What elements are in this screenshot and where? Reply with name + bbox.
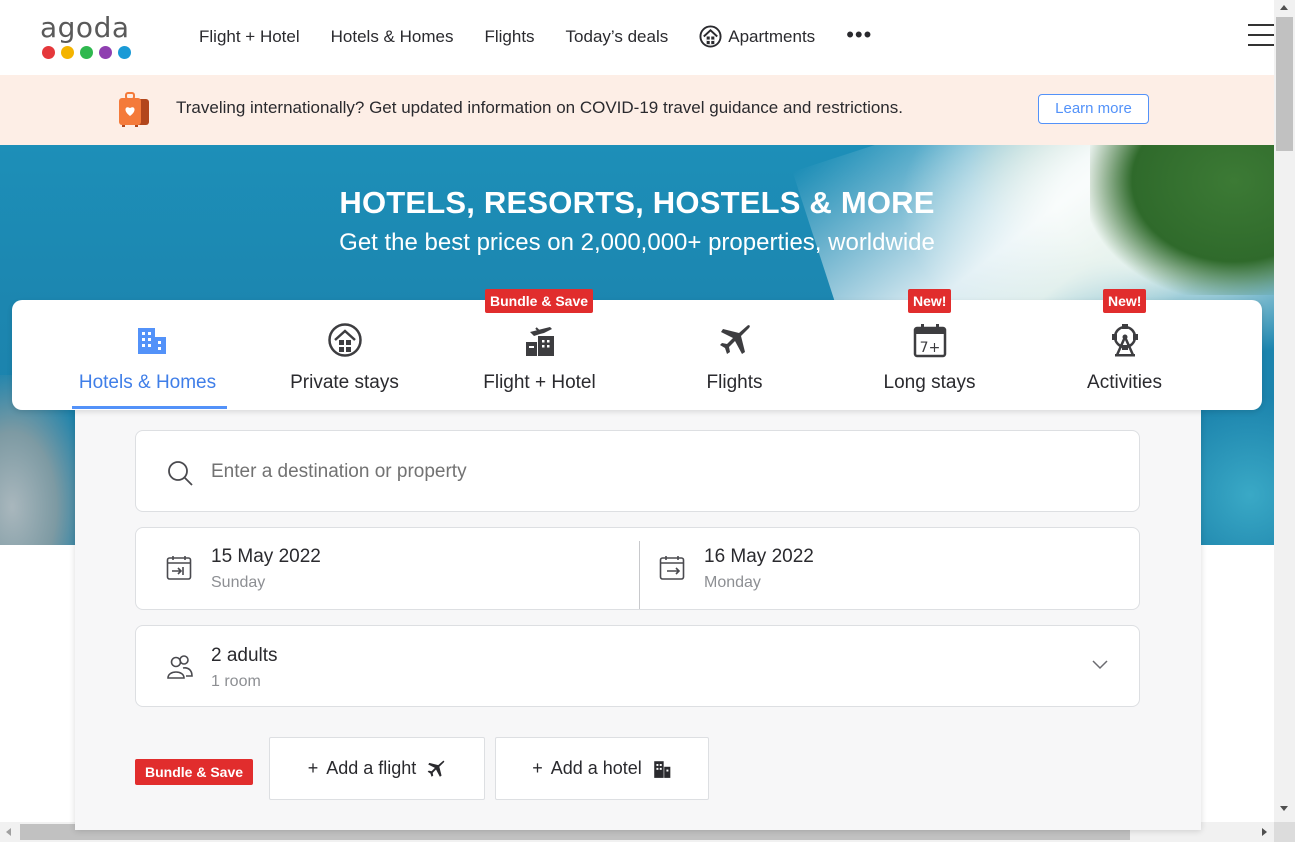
nav-label: Flight + Hotel bbox=[199, 26, 300, 46]
hero-title: HOTELS, RESORTS, HOSTELS & MORE bbox=[339, 185, 935, 220]
ferris-wheel-icon bbox=[1112, 324, 1138, 357]
check-out-date[interactable]: 16 May 2022 Monday bbox=[629, 528, 1129, 609]
main-nav: Flight + Hotel Hotels & Homes Flights To… bbox=[199, 23, 872, 48]
add-flight-button[interactable]: + Add a flight bbox=[269, 737, 485, 800]
tab-label: Private stays bbox=[290, 372, 399, 393]
date-range-field: 15 May 2022 Sunday 16 May 2022 Monday bbox=[135, 527, 1140, 610]
scroll-right-arrow-icon[interactable] bbox=[1262, 828, 1267, 836]
logo-dot-yellow bbox=[61, 46, 74, 59]
add-hotel-label: Add a hotel bbox=[550, 758, 642, 778]
tab-label: Flight + Hotel bbox=[483, 372, 596, 393]
nav-label: Flights bbox=[484, 26, 535, 46]
nav-apartments[interactable]: Apartments bbox=[699, 25, 815, 48]
product-tabs: Hotels & Homes Private stays Bundle & Sa… bbox=[12, 289, 1262, 410]
nav-label: Apartments bbox=[728, 26, 816, 46]
check-out-day-text: Monday bbox=[704, 574, 761, 591]
nav-flights[interactable]: Flights bbox=[484, 27, 534, 47]
check-in-date-text: 15 May 2022 bbox=[211, 546, 321, 567]
logo-dot-green bbox=[80, 46, 93, 59]
learn-more-button[interactable]: Learn more bbox=[1038, 94, 1149, 124]
nav-label: Today’s deals bbox=[565, 26, 669, 46]
nav-todays-deals[interactable]: Today’s deals bbox=[566, 27, 669, 47]
luggage-heart-icon bbox=[119, 92, 149, 127]
tab-label: Hotels & Homes bbox=[78, 372, 217, 393]
add-hotel-button[interactable]: + Add a hotel bbox=[495, 737, 709, 800]
hamburger-menu-icon[interactable] bbox=[1248, 24, 1274, 48]
scroll-down-arrow-icon[interactable] bbox=[1280, 806, 1288, 811]
plus-icon: + bbox=[532, 758, 543, 778]
bundle-save-badge: Bundle & Save bbox=[485, 289, 594, 313]
destination-input[interactable]: Enter a destination or property bbox=[135, 430, 1140, 512]
logo-dot-blue bbox=[118, 46, 131, 59]
tab-private-stays[interactable]: Private stays bbox=[247, 300, 442, 410]
plane-hotel-icon bbox=[526, 327, 554, 356]
calendar-check-out-icon bbox=[659, 556, 685, 580]
banner-text: Traveling internationally? Get updated i… bbox=[176, 98, 903, 117]
svg-text:7+: 7+ bbox=[920, 340, 941, 356]
destination-placeholder: Enter a destination or property bbox=[211, 461, 467, 482]
hotel-building-icon bbox=[138, 328, 166, 354]
tab-label: Activities bbox=[1087, 372, 1162, 393]
rooms-text: 1 room bbox=[211, 673, 261, 690]
logo-text: agoda bbox=[40, 11, 130, 44]
calendar-check-in-icon bbox=[166, 556, 192, 580]
check-in-day-text: Sunday bbox=[211, 574, 266, 591]
hero-subtitle: Get the best prices on 2,000,000+ proper… bbox=[339, 229, 935, 256]
logo-dot-purple bbox=[99, 46, 112, 59]
logo-dots bbox=[42, 46, 132, 59]
add-flight-label: Add a flight bbox=[326, 758, 417, 778]
search-icon bbox=[168, 461, 193, 486]
agoda-logo[interactable]: agoda bbox=[40, 14, 132, 64]
logo-dot-red bbox=[42, 46, 55, 59]
calendar-7plus-icon: 7+ bbox=[913, 324, 947, 358]
active-tab-underline bbox=[72, 406, 227, 409]
vertical-scrollbar[interactable] bbox=[1274, 0, 1295, 822]
house-icon bbox=[328, 323, 362, 357]
nav-label: Hotels & Homes bbox=[330, 26, 454, 46]
vertical-scroll-thumb[interactable] bbox=[1276, 17, 1293, 151]
chevron-down-icon bbox=[1092, 660, 1108, 670]
guests-text: 2 adults bbox=[211, 645, 278, 666]
new-badge: New! bbox=[1103, 289, 1147, 313]
nav-hotels-homes[interactable]: Hotels & Homes bbox=[331, 27, 454, 47]
covid-banner: Traveling internationally? Get updated i… bbox=[0, 75, 1274, 145]
hotel-building-icon bbox=[654, 760, 671, 778]
tab-hotels-homes[interactable]: Hotels & Homes bbox=[52, 300, 247, 410]
search-panel: Enter a destination or property 15 May 2… bbox=[75, 410, 1201, 830]
scroll-left-arrow-icon[interactable] bbox=[6, 828, 11, 836]
tab-label: Long stays bbox=[883, 372, 976, 393]
occupancy-selector[interactable]: 2 adults 1 room bbox=[135, 625, 1140, 707]
check-in-date[interactable]: 15 May 2022 Sunday bbox=[136, 528, 636, 609]
tab-long-stays[interactable]: New! 7+ Long stays bbox=[832, 289, 1027, 410]
tab-flight-hotel[interactable]: Bundle & Save Flight + Hotel bbox=[442, 289, 637, 410]
more-menu-button[interactable]: ••• bbox=[846, 23, 872, 45]
new-badge: New! bbox=[908, 289, 952, 313]
airplane-icon bbox=[720, 325, 750, 354]
airplane-icon bbox=[427, 760, 445, 777]
tab-flights[interactable]: Flights bbox=[637, 300, 832, 410]
bundle-save-badge: Bundle & Save bbox=[135, 759, 254, 785]
scroll-up-arrow-icon[interactable] bbox=[1280, 5, 1288, 10]
plus-icon: + bbox=[307, 758, 319, 778]
tab-activities[interactable]: New! Activities bbox=[1027, 289, 1222, 410]
guests-icon bbox=[167, 655, 193, 679]
house-icon bbox=[699, 25, 722, 48]
check-out-date-text: 16 May 2022 bbox=[704, 546, 814, 567]
scrollbar-corner bbox=[1274, 822, 1295, 842]
nav-flight-hotel[interactable]: Flight + Hotel bbox=[199, 27, 300, 47]
tab-label: Flights bbox=[706, 372, 763, 393]
top-header: agoda Flight + Hotel Hotels & Homes Flig… bbox=[0, 0, 1274, 75]
